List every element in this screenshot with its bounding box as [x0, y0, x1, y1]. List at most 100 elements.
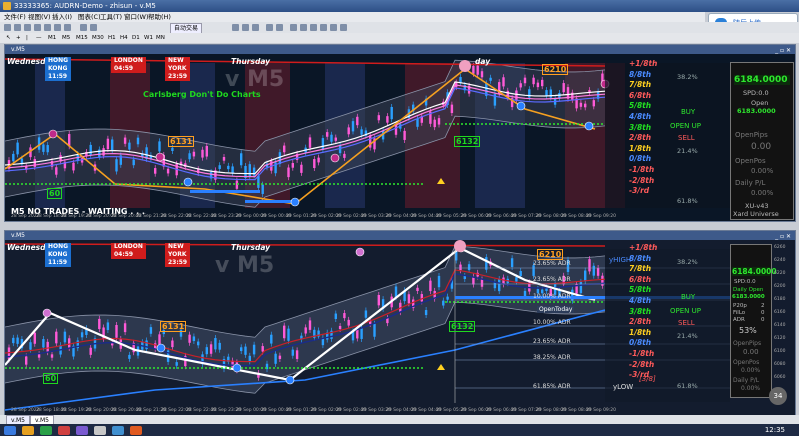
indicators-icon[interactable]	[320, 24, 327, 31]
candle	[429, 280, 432, 292]
candle	[106, 138, 110, 150]
candle	[158, 334, 161, 345]
bottom-pct-618: 61.8%	[677, 382, 698, 390]
candle	[98, 149, 101, 157]
candle	[115, 324, 118, 338]
octave-level-label: 6/8th	[629, 90, 652, 100]
candle	[37, 137, 41, 150]
candle	[68, 338, 71, 349]
menu-help[interactable]: 帮助(H)	[148, 12, 171, 22]
draw-cursor-icon[interactable]: ↖	[6, 33, 11, 43]
tester-icon[interactable]	[64, 24, 71, 31]
candle	[244, 346, 247, 355]
line-chart-icon[interactable]	[252, 24, 259, 31]
candle	[197, 341, 200, 346]
candle	[394, 124, 398, 135]
bottom-pct-382: 38.2%	[677, 258, 698, 266]
bottom-session-newyork: NEW YORK 23:59	[165, 243, 191, 267]
y-axis-tick: 6120	[774, 336, 786, 341]
draw-vline-icon[interactable]: |	[26, 33, 28, 43]
candle	[515, 90, 518, 101]
window-title: 33333365: AUDRN-Demo - zhisun - v.M5	[14, 2, 156, 10]
tf-m15[interactable]: M15	[76, 33, 88, 43]
taskbar-app-5-icon[interactable]	[94, 426, 106, 435]
tf-d1[interactable]: D1	[132, 33, 140, 43]
periods-icon[interactable]	[330, 24, 337, 31]
candle	[519, 83, 522, 88]
start-icon[interactable]	[4, 426, 16, 435]
zoom-out-icon[interactable]	[276, 24, 283, 31]
candle	[283, 145, 286, 153]
adr-label-2: 23.65% ADR	[533, 276, 571, 283]
bottom-panel-price: 6184.0000	[732, 267, 777, 276]
bar-chart-icon[interactable]	[232, 24, 239, 31]
candle	[278, 355, 282, 359]
tf-m30[interactable]: M30	[92, 33, 104, 43]
menu-insert[interactable]: 插入(I)	[52, 12, 72, 22]
profiles-icon[interactable]	[14, 24, 21, 31]
meta-editor-icon[interactable]	[90, 24, 97, 31]
candle	[166, 168, 170, 174]
taskbar-app-3-icon[interactable]	[58, 426, 70, 435]
tf-h4[interactable]: H4	[120, 33, 128, 43]
candle	[450, 104, 454, 114]
market-watch-icon[interactable]	[24, 24, 31, 31]
new-order-icon[interactable]	[80, 24, 87, 31]
candle	[463, 275, 466, 280]
candle	[12, 153, 15, 162]
tf-mn[interactable]: MN	[156, 33, 165, 43]
candle	[171, 340, 174, 348]
tf-w1[interactable]: W1	[144, 33, 153, 43]
bottom-info-panel: 6184.0000 SPD:0.0 Daily Open 6183.0000 P…	[730, 244, 777, 398]
pivot-dot	[330, 153, 340, 163]
candle	[300, 164, 303, 173]
new-chart-icon[interactable]	[4, 24, 11, 31]
candle	[12, 337, 15, 344]
taskbar-app-4-icon[interactable]	[76, 426, 88, 435]
bottom-badge[interactable]: 34	[769, 387, 787, 405]
zone-bar	[245, 200, 295, 203]
pivot-dot	[290, 197, 300, 207]
y-axis-tick: 6260	[774, 245, 786, 250]
y-axis-tick: 6140	[774, 323, 786, 328]
tf-m1[interactable]: M1	[48, 33, 56, 43]
menu-file[interactable]: 文件(F)	[4, 12, 26, 22]
candle	[579, 102, 583, 107]
taskbar-app-2-icon[interactable]	[40, 426, 52, 435]
clock: 12:35	[764, 426, 785, 434]
navigator-icon[interactable]	[44, 24, 51, 31]
templates-icon[interactable]	[340, 24, 347, 31]
adr-label-5: 23.65% ADR	[533, 338, 571, 345]
candle	[154, 168, 157, 174]
chart-shift-icon[interactable]	[310, 24, 317, 31]
candle	[338, 145, 342, 154]
top-info-panel: 6184.0000 SPD:0.0 Open 6183.0000 OpenPip…	[730, 62, 794, 220]
data-window-icon[interactable]	[34, 24, 41, 31]
candle	[291, 163, 294, 168]
menu-window[interactable]: 窗口(W)	[124, 12, 149, 22]
candle	[227, 165, 230, 170]
zoom-in-icon[interactable]	[266, 24, 273, 31]
bottom-panel-fillo-val: 0	[761, 310, 765, 316]
candle	[149, 327, 153, 334]
candle	[584, 103, 587, 108]
tf-h1[interactable]: H1	[108, 33, 116, 43]
terminal-icon[interactable]	[54, 24, 61, 31]
taskbar-app-6-icon[interactable]	[112, 426, 124, 435]
taskbar-app-7-icon[interactable]	[130, 426, 142, 435]
tile-windows-icon[interactable]	[290, 24, 297, 31]
auto-scroll-icon[interactable]	[300, 24, 307, 31]
candle-chart-icon[interactable]	[242, 24, 249, 31]
candle	[528, 89, 531, 98]
candle	[433, 119, 436, 128]
menu-tools[interactable]: 工具(T)	[100, 12, 122, 22]
menu-view[interactable]: 视图(V)	[28, 12, 51, 22]
menu-chart[interactable]: 图表(C)	[78, 12, 101, 22]
candle	[330, 134, 333, 142]
tf-m5[interactable]: M5	[62, 33, 70, 43]
draw-crosshair-icon[interactable]: +	[16, 33, 21, 43]
draw-hline-icon[interactable]: —	[36, 33, 42, 43]
taskbar-app-1-icon[interactable]	[22, 426, 34, 435]
candle	[214, 338, 217, 350]
pivot-dot	[42, 308, 52, 318]
